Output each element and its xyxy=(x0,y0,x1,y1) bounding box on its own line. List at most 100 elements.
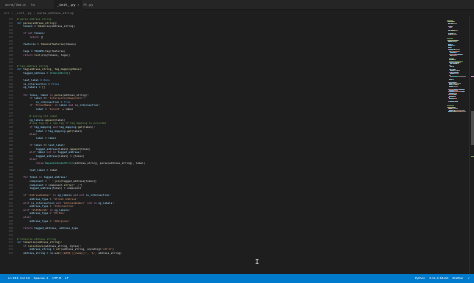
line-number: 184 xyxy=(8,140,13,144)
breadcrumb-item[interactable]: _init_.py xyxy=(15,11,31,15)
status-item[interactable]: ✓ xyxy=(467,276,470,280)
code-token: [label] = [token] xyxy=(57,154,85,158)
line-number: 202 xyxy=(8,205,13,209)
line-number: 212 xyxy=(8,241,13,245)
code-line: if label == 'IntersectionSeparator': xyxy=(17,97,86,100)
vertical-scrollbar[interactable] xyxy=(469,16,474,274)
status-bar: Ln 183, Col 19 Spaces: 4 UTF-8 LF Python 3.1… xyxy=(0,274,474,283)
minimap-line xyxy=(453,98,457,100)
minimap-line xyxy=(454,101,458,103)
minimap-line xyxy=(456,63,459,65)
code-token: address_string xyxy=(29,248,52,252)
code-token: 'Street Address' xyxy=(52,198,78,201)
editor-tab[interactable]: ocrm/lbm.m xyxy=(2,0,28,10)
code-token: og_labels xyxy=(57,194,72,198)
editor-tab[interactable]: ft.py xyxy=(80,0,96,10)
code-line: else: xyxy=(17,216,31,219)
breadcrumb-item[interactable]: src xyxy=(4,11,9,15)
code-line: address_string = str(address_string, enc… xyxy=(17,248,114,251)
tab-label: ft.py xyxy=(83,3,94,7)
code-token: address_type xyxy=(29,219,49,223)
line-number: 179 xyxy=(8,122,13,126)
code-token: : xyxy=(81,68,83,72)
code-token: return xyxy=(23,54,35,57)
code-token: (token) xyxy=(79,147,91,151)
code-line: tokens = tokenize(address_string) xyxy=(17,25,75,28)
code-token: 'AddressNumber' xyxy=(27,194,52,198)
code-token: last_label xyxy=(23,79,39,83)
code-token: raise xyxy=(35,162,46,165)
status-bar-right: Python 3.11.4 64-bit Prettier ✓ xyxy=(411,274,470,283)
status-item[interactable]: UTF-8 xyxy=(52,276,61,280)
line-number: 171 xyxy=(8,93,13,97)
code-token: # parse address string xyxy=(17,18,52,21)
line-number: 195 xyxy=(8,180,13,183)
code-token: label xyxy=(34,97,42,101)
code-token: tagged_address xyxy=(23,72,46,75)
line-number: 158 xyxy=(8,46,13,50)
code-line: address_type = 'Ambiguous' xyxy=(17,219,71,223)
status-item[interactable]: Spaces: 4 xyxy=(34,276,49,280)
code-line: if label == last_label: xyxy=(17,144,66,147)
status-item[interactable]: 3.11.4 64-bit xyxy=(429,276,448,280)
code-line: def tokenize(address_string): xyxy=(17,241,62,244)
breadcrumb-item[interactable]: parse_address_string xyxy=(37,11,73,15)
code-line: else: xyxy=(17,133,38,136)
code-token: 'PO Box' xyxy=(52,212,66,216)
code-token: not in xyxy=(45,151,58,155)
editor-tab[interactable]: ts xyxy=(28,0,38,10)
mouse-cursor-icon: I xyxy=(255,258,260,266)
minimap[interactable] xyxy=(446,16,468,274)
code-line: if 'StreetName' in label and is_intersec… xyxy=(17,104,100,107)
minimap-line xyxy=(452,78,455,80)
code-token: : xyxy=(79,151,82,155)
tab-label: ocrm/lbm.m xyxy=(5,3,26,7)
code-token: return xyxy=(29,36,41,39)
minimap-line xyxy=(461,111,466,112)
code-token: : xyxy=(68,208,71,212)
line-number: 180 xyxy=(8,126,13,129)
line-number: 199 xyxy=(8,194,13,198)
line-number: 190 xyxy=(8,162,13,165)
code-line: tags = TAGGER.tag(features) xyxy=(17,50,65,53)
line-number: 176 xyxy=(8,111,13,115)
code-token: : xyxy=(109,194,111,198)
line-number: 161 xyxy=(8,57,13,61)
code-token: and xyxy=(67,104,75,108)
code-token: : xyxy=(65,176,67,180)
line-number: 200 xyxy=(8,198,13,201)
code-token: : xyxy=(60,241,63,245)
code-token: tagged_address xyxy=(29,187,52,191)
status-item[interactable]: LF xyxy=(65,276,68,280)
code-token: last_label xyxy=(48,144,64,147)
code-token: tagged_address xyxy=(34,226,57,230)
code-token: : xyxy=(43,32,46,36)
code-token: not in xyxy=(85,201,99,205)
code-token: : xyxy=(84,97,86,101)
code-token: tokenize xyxy=(37,25,50,29)
status-item[interactable]: Python xyxy=(415,276,425,280)
code-token: ) xyxy=(112,248,114,252)
code-editor[interactable]: # parse address string def parse(address_… xyxy=(17,16,445,274)
status-item[interactable]: Ln 183, Col 19 xyxy=(8,276,30,280)
line-number: 193 xyxy=(8,172,13,176)
line-number: 177 xyxy=(8,115,13,119)
line-number: 187 xyxy=(8,151,13,155)
code-token: , address_string) xyxy=(95,252,122,255)
code-line: def tag(address_string, tag_mapping=None… xyxy=(17,68,83,71)
line-number: 166 xyxy=(8,75,13,79)
code-token: + label xyxy=(60,108,74,111)
code-line: # map tag to a new tag if tag mapping is… xyxy=(17,122,107,125)
editor-tab[interactable]: _init_.py × xyxy=(54,0,83,10)
line-number: 159 xyxy=(8,50,13,54)
code-token: : xyxy=(112,201,114,205)
code-token: label xyxy=(35,108,44,111)
code-token: label xyxy=(35,136,44,140)
status-item[interactable]: Prettier xyxy=(452,276,463,280)
line-number: 157 xyxy=(8,43,13,47)
line-number: 208 xyxy=(8,226,13,230)
